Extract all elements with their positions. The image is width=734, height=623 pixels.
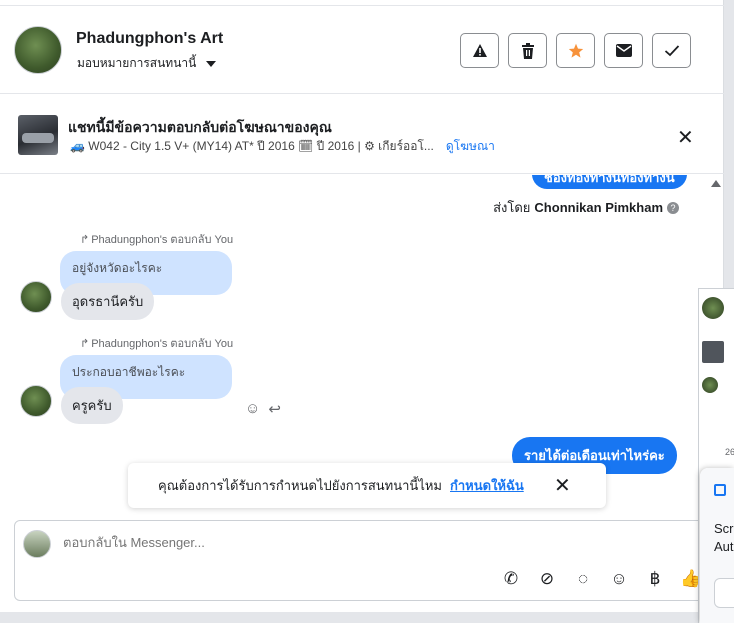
- avatar[interactable]: [20, 281, 52, 313]
- avatar: [702, 377, 718, 393]
- assign-label: มอบหมายการสนทนานี้: [77, 56, 197, 70]
- reply-input[interactable]: [63, 535, 663, 550]
- toast-text: คุณต้องการได้รับการกำหนดไปยังการสนทนานี้…: [158, 478, 442, 493]
- outgoing-message[interactable]: ช่องทองทางนทองทางน: [532, 175, 687, 189]
- phone-add-icon[interactable]: ✆: [499, 569, 523, 589]
- reply-note-text: Phadungphon's ตอบกลับ You: [91, 338, 234, 350]
- reply-arrow-icon: ↱: [80, 233, 90, 246]
- conversation-panel: Phadungphon's Art มอบหมายการสนทนานี้ แชท…: [0, 0, 724, 612]
- ad-reply-banner: แชทนี้มีข้อความตอบกลับต่อโฆษณาของคุณ 🚙 W…: [0, 95, 724, 174]
- chat-bubble-icon[interactable]: ◌: [571, 569, 595, 589]
- help-icon[interactable]: ?: [667, 201, 679, 214]
- warning-icon: [472, 43, 487, 57]
- sender-name: Chonnikan Pimkham: [534, 200, 663, 215]
- sent-by-prefix: ส่งโดย: [493, 200, 531, 215]
- star-icon: [568, 43, 583, 58]
- page-title[interactable]: Phadungphon's Art: [76, 30, 223, 48]
- ad-banner-subtitle: 🚙 W042 - City 1.5 V+ (MY14) AT* ปี 2016 …: [70, 137, 495, 156]
- ad-thumbnail[interactable]: [18, 115, 58, 155]
- assign-prompt-toast: คุณต้องการได้รับการกำหนดไปยังการสนทนานี้…: [128, 463, 606, 508]
- mark-unread-button[interactable]: [604, 33, 643, 68]
- message-actions: ☺ ↩: [245, 400, 281, 418]
- mark-done-button[interactable]: [652, 33, 691, 68]
- page-avatar[interactable]: [14, 26, 62, 74]
- trash-icon: [521, 42, 534, 59]
- assign-to-me-link[interactable]: กำหนดให้ฉัน: [450, 475, 524, 496]
- close-icon[interactable]: ✕: [677, 125, 694, 150]
- notification-button[interactable]: [714, 578, 734, 608]
- paperclip-icon[interactable]: ⊘: [535, 569, 559, 589]
- envelope-icon: [615, 44, 632, 57]
- incoming-message[interactable]: อุดรธานีครับ: [61, 283, 155, 320]
- emoji-icon[interactable]: ☺: [607, 569, 631, 589]
- view-ad-link[interactable]: ดูโฆษณา: [446, 137, 495, 156]
- reply-indicator: ↱ Phadungphon's ตอบกลับ You: [80, 334, 233, 352]
- delete-button[interactable]: [508, 33, 547, 68]
- incoming-message[interactable]: ครูครับ: [61, 387, 123, 424]
- date-label: 26: [725, 447, 734, 457]
- reply-arrow-icon: ↱: [80, 337, 90, 350]
- conversation-header: Phadungphon's Art มอบหมายการสนทนานี้: [0, 6, 724, 94]
- message-composer: ✆ ⊘ ◌ ☺ ฿ 👍: [14, 520, 724, 601]
- composer-toolbar: ✆ ⊘ ◌ ☺ ฿ 👍: [499, 569, 703, 589]
- ad-description: 🚙 W042 - City 1.5 V+ (MY14) AT* ปี 2016 …: [70, 139, 434, 153]
- reply-note-text: Phadungphon's ตอบกลับ You: [91, 234, 234, 246]
- notification-popup[interactable]: Scr Aut: [700, 468, 734, 623]
- ad-banner-title: แชทนี้มีข้อความตอบกลับต่อโฆษณาของคุณ: [68, 119, 332, 135]
- close-icon[interactable]: ✕: [554, 473, 571, 498]
- reply-icon[interactable]: ↩: [268, 400, 281, 418]
- chevron-down-icon: [206, 60, 217, 67]
- assign-dropdown[interactable]: มอบหมายการสนทนานี้: [77, 54, 217, 73]
- baht-icon[interactable]: ฿: [643, 569, 667, 589]
- app-icon: [714, 484, 726, 496]
- report-button[interactable]: [460, 33, 499, 68]
- star-button[interactable]: [556, 33, 595, 68]
- scroll-up-arrow-icon[interactable]: [711, 180, 721, 187]
- check-icon: [664, 45, 679, 57]
- react-emoji-icon[interactable]: ☺: [245, 400, 260, 418]
- notification-text: Scr Aut: [714, 521, 734, 554]
- sent-by-label: ส่งโดย Chonnikan Pimkham ?: [493, 197, 679, 218]
- avatar: [702, 297, 724, 319]
- ad-thumbnail: [702, 341, 724, 363]
- avatar: [23, 530, 51, 558]
- reply-indicator: ↱ Phadungphon's ตอบกลับ You: [80, 230, 233, 248]
- avatar[interactable]: [20, 385, 52, 417]
